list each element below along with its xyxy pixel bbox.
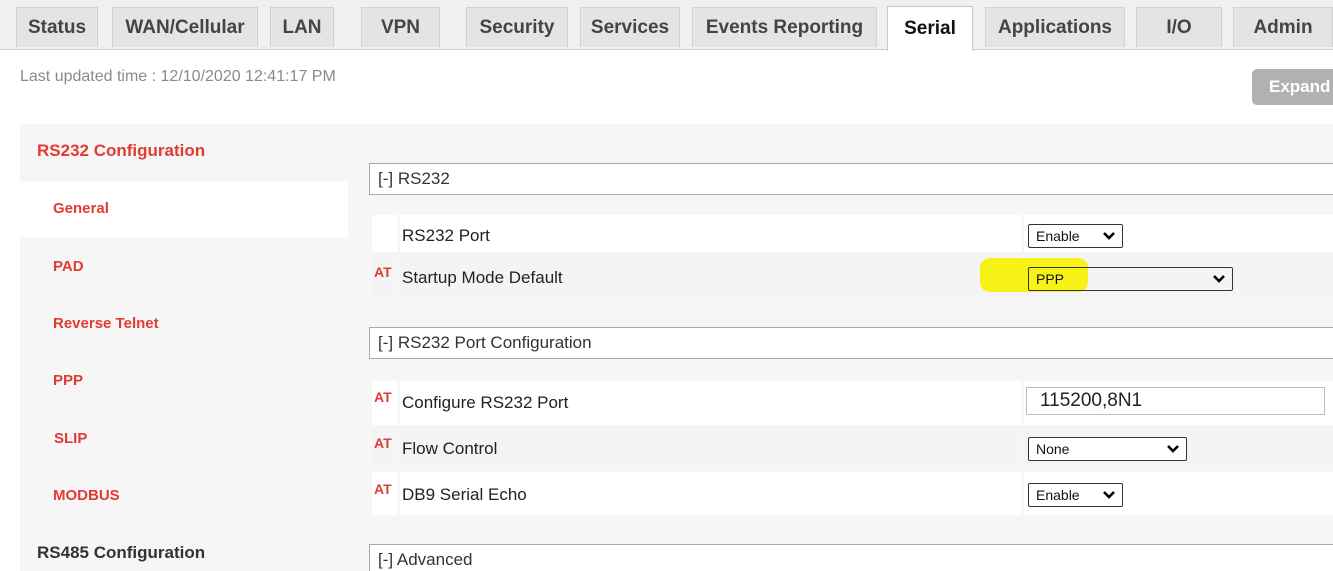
configure-port-label: Configure RS232 Port bbox=[402, 393, 569, 412]
section-header-rs232[interactable]: [-] RS232 bbox=[369, 163, 1333, 195]
sidebar-header-rs232[interactable]: RS232 Configuration bbox=[37, 141, 205, 161]
chevron-down-icon bbox=[1213, 275, 1225, 283]
rs232-port-select[interactable]: Enable bbox=[1028, 224, 1123, 248]
tab-admin[interactable]: Admin bbox=[1233, 7, 1333, 47]
section-header-advanced[interactable]: [-] Advanced bbox=[369, 544, 1333, 571]
row-divider bbox=[1022, 381, 1024, 515]
tab-applications[interactable]: Applications bbox=[985, 7, 1125, 47]
sidebar-header-rs485[interactable]: RS485 Configuration bbox=[37, 543, 205, 563]
flow-control-select[interactable]: None bbox=[1028, 437, 1187, 461]
startup-mode-select[interactable]: PPP bbox=[1028, 267, 1233, 291]
tab-bar: Status WAN/Cellular LAN VPN Security Ser… bbox=[0, 0, 1333, 51]
tab-security[interactable]: Security bbox=[466, 7, 568, 47]
tab-vpn[interactable]: VPN bbox=[361, 7, 440, 47]
tab-events-reporting[interactable]: Events Reporting bbox=[692, 7, 877, 47]
at-marker: AT bbox=[374, 481, 392, 497]
tab-services[interactable]: Services bbox=[580, 7, 680, 47]
flow-control-label: Flow Control bbox=[402, 439, 498, 458]
sidebar-item-slip[interactable]: SLIP bbox=[54, 430, 87, 447]
at-marker: AT bbox=[374, 435, 392, 451]
tab-serial[interactable]: Serial bbox=[887, 6, 973, 51]
last-updated-time: Last updated time : 12/10/2020 12:41:17 … bbox=[20, 68, 336, 85]
sidebar-item-pad[interactable]: PAD bbox=[53, 258, 84, 275]
flow-control-value: None bbox=[1036, 441, 1070, 457]
chevron-down-icon bbox=[1103, 232, 1115, 240]
db9-echo-label: DB9 Serial Echo bbox=[402, 485, 527, 504]
at-marker: AT bbox=[374, 389, 392, 405]
rs232-port-label: RS232 Port bbox=[402, 226, 490, 245]
sidebar-item-ppp[interactable]: PPP bbox=[53, 372, 83, 389]
row-divider bbox=[398, 215, 400, 302]
db9-echo-select[interactable]: Enable bbox=[1028, 483, 1123, 507]
tab-wan-cellular[interactable]: WAN/Cellular bbox=[112, 7, 258, 47]
startup-mode-label: Startup Mode Default bbox=[402, 268, 563, 287]
sidebar-item-general[interactable]: General bbox=[53, 200, 109, 217]
at-marker: AT bbox=[374, 264, 392, 280]
startup-mode-value: PPP bbox=[1036, 271, 1065, 287]
expand-button[interactable]: Expand bbox=[1252, 69, 1333, 105]
row-divider bbox=[398, 381, 400, 515]
tab-lan[interactable]: LAN bbox=[270, 7, 334, 47]
row-flow-control bbox=[372, 426, 1333, 471]
tab-io[interactable]: I/O bbox=[1136, 7, 1222, 47]
section-header-port-config[interactable]: [-] RS232 Port Configuration bbox=[369, 327, 1333, 359]
db9-echo-value: Enable bbox=[1036, 487, 1080, 503]
sidebar-item-modbus[interactable]: MODBUS bbox=[53, 487, 120, 504]
row-rs232-port bbox=[372, 215, 1333, 252]
configure-port-input[interactable]: 115200,8N1 bbox=[1026, 387, 1325, 415]
rs232-port-value: Enable bbox=[1036, 228, 1080, 244]
sidebar-item-reverse-telnet[interactable]: Reverse Telnet bbox=[53, 315, 159, 332]
tab-status[interactable]: Status bbox=[16, 7, 98, 47]
chevron-down-icon bbox=[1167, 445, 1179, 453]
chevron-down-icon bbox=[1103, 491, 1115, 499]
